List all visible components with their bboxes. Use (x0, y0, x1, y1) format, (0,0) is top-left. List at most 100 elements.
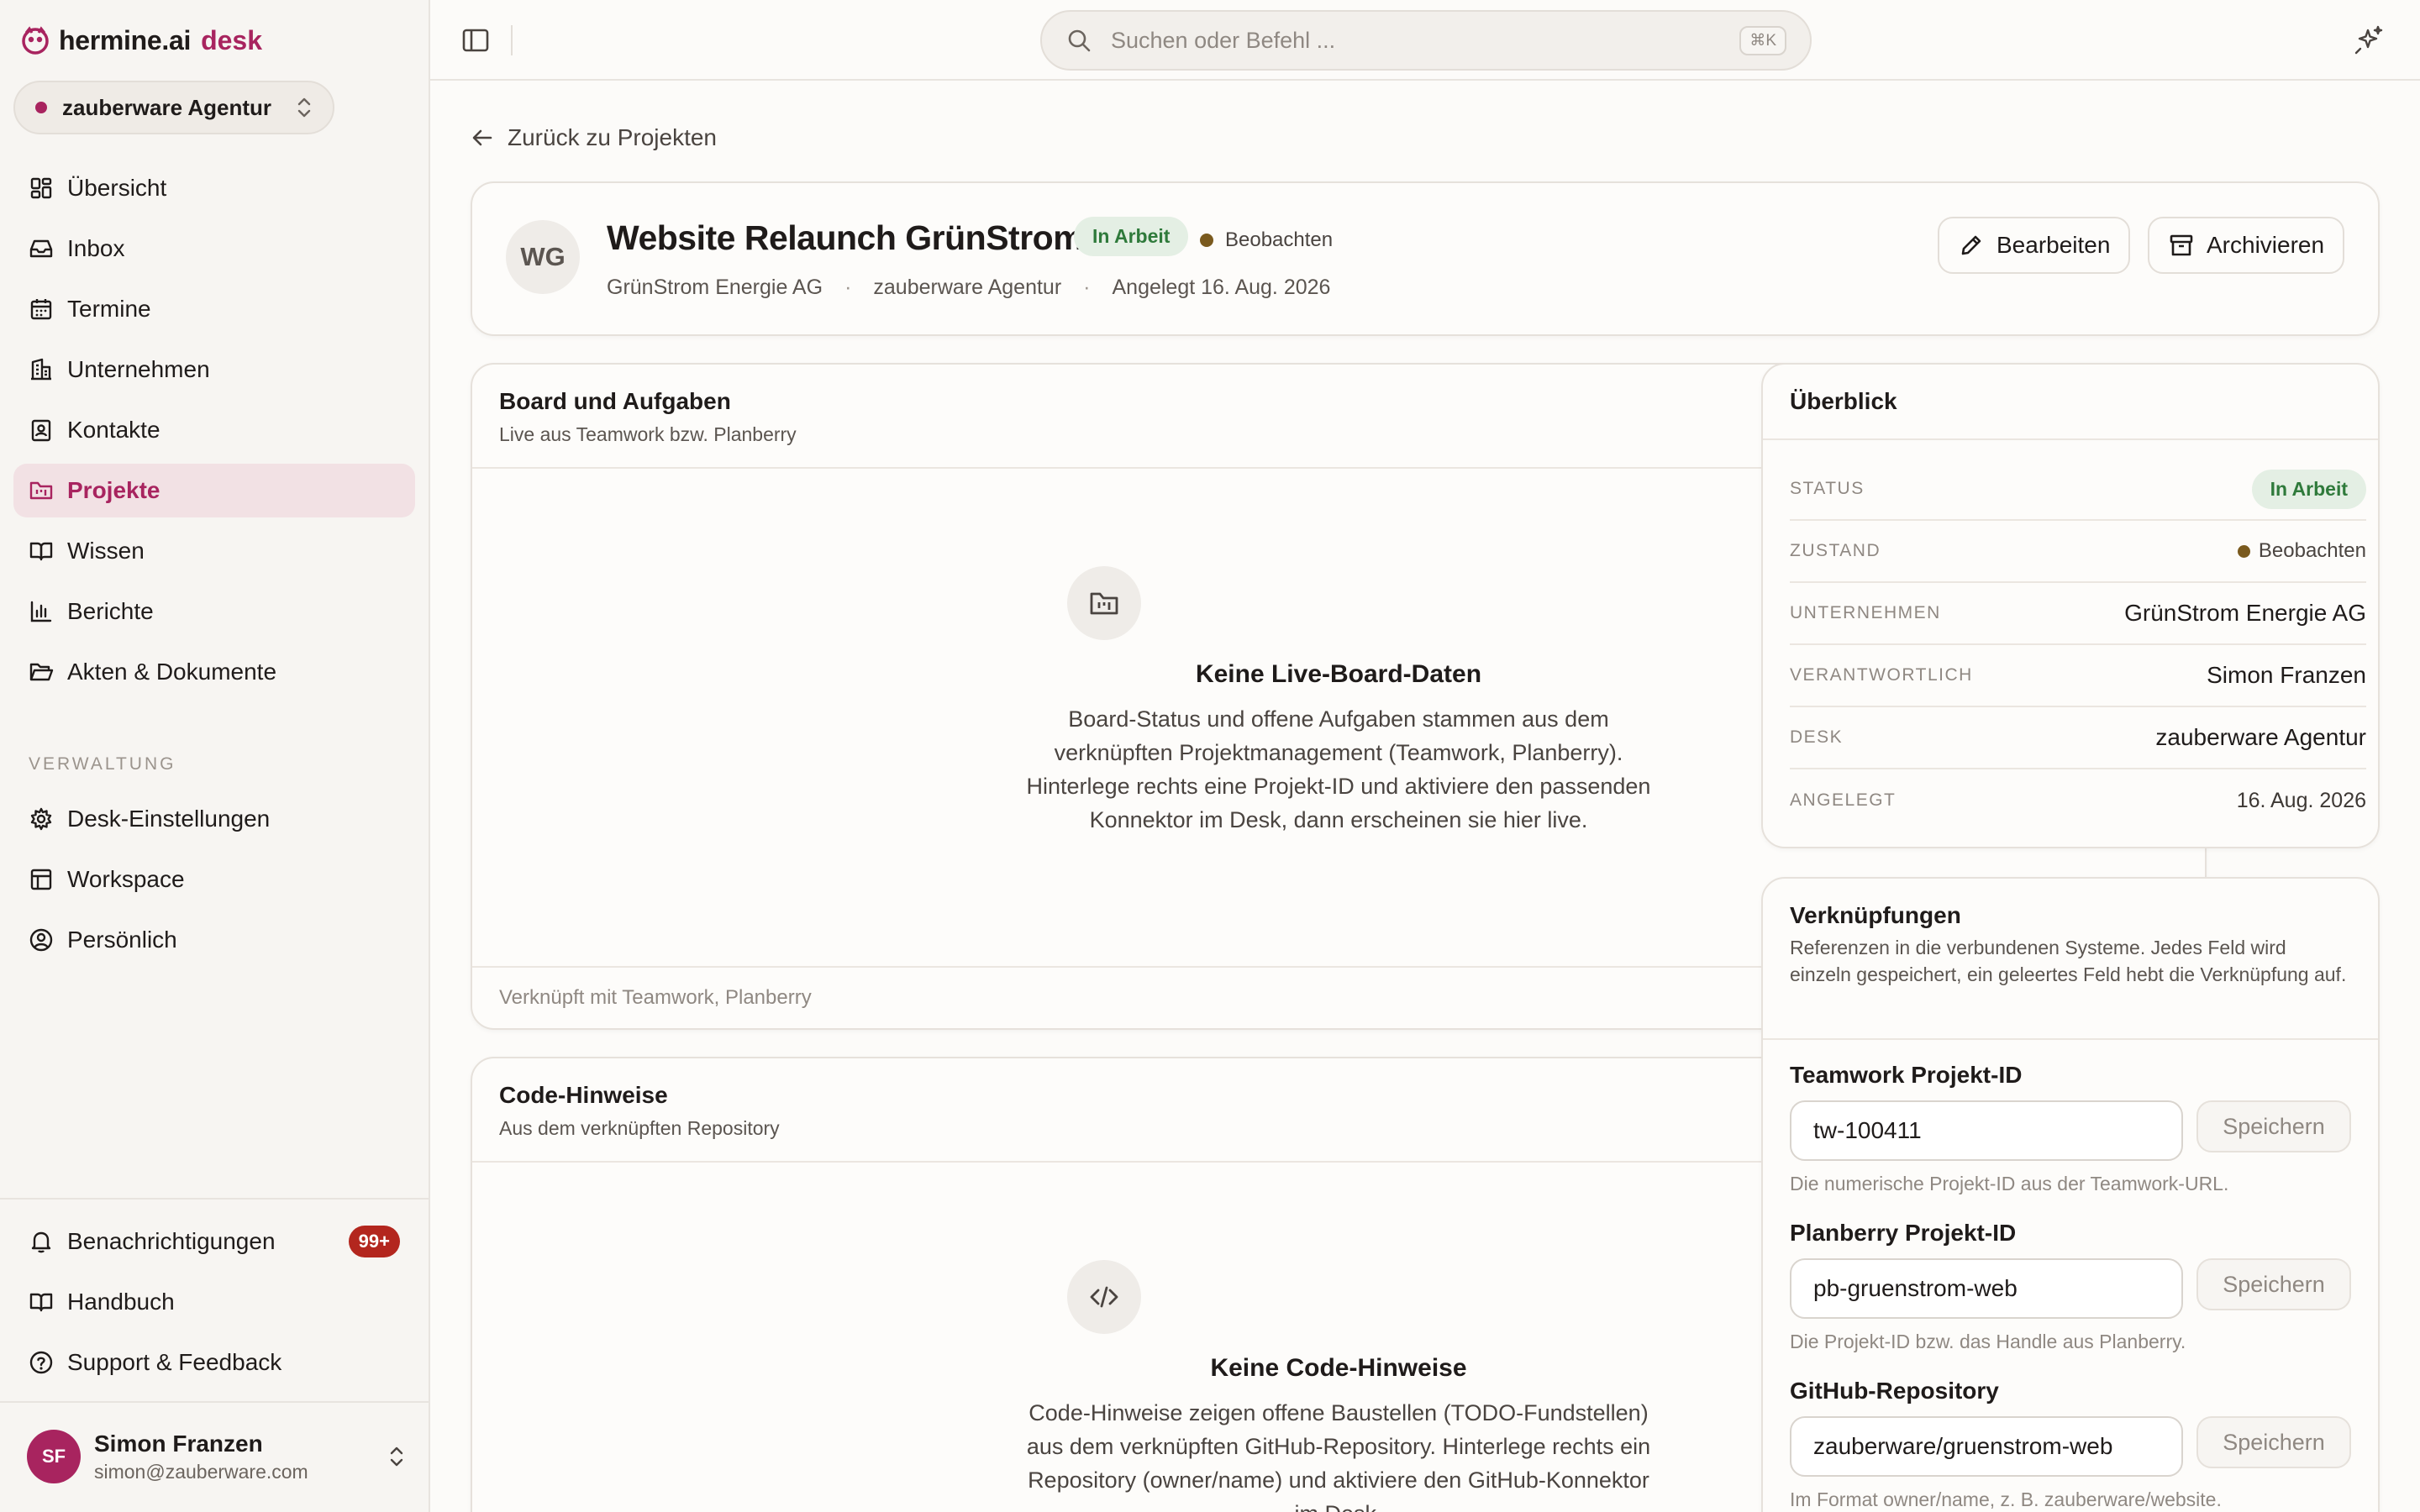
sidebar-toggle-icon[interactable] (460, 25, 491, 55)
layout-icon (30, 869, 52, 890)
overview-value[interactable]: GrünStrom Energie AG (2124, 600, 2366, 627)
inbox-icon (29, 239, 53, 258)
bell-icon (31, 1231, 51, 1253)
back-link-label: Zurück zu Projekten (508, 124, 717, 150)
user-name: Simon Franzen (94, 1430, 263, 1457)
links-card: Verknüpfungen Referenzen in die verbunde… (1761, 877, 2380, 1512)
bar-chart-icon (30, 601, 52, 622)
archive-button[interactable]: Archivieren (2148, 217, 2345, 274)
nav-label: Berichte (67, 598, 154, 624)
nav-item-workspace[interactable]: Workspace (13, 853, 415, 906)
chevrons-up-down-icon (390, 1446, 403, 1467)
planberry-id-input[interactable]: pb-gruenstrom-web (1790, 1258, 2183, 1319)
overview-row-desk: DESK zauberware Agentur (1790, 707, 2366, 769)
project-header: WG Website Relaunch GrünStrom In Arbeit … (471, 181, 2380, 336)
search-icon (1068, 29, 1091, 52)
overview-key: DESK (1790, 727, 1844, 747)
nav-item-akten[interactable]: Akten & Dokumente (13, 645, 415, 699)
nav-label: Wissen (67, 538, 145, 564)
desk-switcher[interactable]: zauberware Agentur (13, 81, 334, 134)
topbar: Suchen oder Befehl ... ⌘K (430, 0, 2420, 81)
nav-item-desk-einstellungen[interactable]: Desk-Einstellungen (13, 792, 415, 846)
brand-name: hermine.ai (59, 24, 192, 55)
nav-item-support[interactable]: Support & Feedback (13, 1336, 415, 1389)
avatar: SF (27, 1430, 81, 1483)
project-status-badge: In Arbeit (1074, 217, 1189, 256)
links-title: Verknüpfungen (1790, 902, 1961, 928)
overview-key: STATUS (1790, 479, 1865, 498)
planberry-label: Planberry Projekt-ID (1790, 1220, 2017, 1246)
nav-item-benachrichtigungen[interactable]: Benachrichtigungen 99+ (13, 1215, 415, 1268)
nav-label: Handbuch (67, 1289, 175, 1315)
teamwork-save-button[interactable]: Speichern (2196, 1100, 2351, 1152)
user-menu[interactable]: SF Simon Franzen simon@zauberware.com (27, 1428, 405, 1485)
links-header: Verknüpfungen Referenzen in die verbunde… (1763, 879, 2378, 1040)
nav-label: Desk-Einstellungen (67, 806, 271, 832)
dashboard-icon (30, 177, 52, 199)
overview-title: Überblick (1790, 388, 1897, 414)
nav-item-berichte[interactable]: Berichte (13, 585, 415, 638)
planberry-save-button[interactable]: Speichern (2196, 1258, 2351, 1310)
overview-row-angelegt: ANGELEGT 16. Aug. 2026 (1790, 769, 2366, 832)
notification-count-badge: 99+ (348, 1226, 400, 1257)
folder-kanban-icon (29, 481, 53, 500)
overview-row-zustand: ZUSTAND Beobachten (1790, 521, 2366, 583)
user-info: Simon Franzen simon@zauberware.com (94, 1431, 388, 1483)
sidebar-divider (0, 1401, 430, 1403)
archive-icon (2170, 234, 2193, 256)
book-open-icon (29, 542, 53, 561)
links-subtitle: Referenzen in die verbundenen Systeme. J… (1790, 937, 2347, 985)
nav-label: Benachrichtigungen (67, 1228, 276, 1254)
nav-item-uebersicht[interactable]: Übersicht (13, 161, 415, 215)
edit-button[interactable]: Bearbeiten (1938, 217, 2131, 274)
overview-key: ANGELEGT (1790, 790, 1897, 810)
user-email: simon@zauberware.com (94, 1460, 308, 1483)
github-repo-input[interactable]: zauberware/gruenstrom-web (1790, 1416, 2183, 1477)
hermine-logo-icon (22, 26, 49, 55)
nav-item-wissen[interactable]: Wissen (13, 524, 415, 578)
state-label: Beobachten (1225, 228, 1334, 251)
nav-item-unternehmen[interactable]: Unternehmen (13, 343, 415, 396)
chevrons-up-down-icon (297, 97, 311, 118)
back-to-projects-link[interactable]: Zurück zu Projekten (471, 121, 717, 155)
github-help: Im Format owner/name, z. B. zauberware/w… (1790, 1488, 2222, 1510)
board-empty-icon-wrap (1067, 566, 1141, 640)
edit-button-label: Bearbeiten (1996, 232, 2111, 258)
overview-value: 16. Aug. 2026 (2236, 788, 2366, 812)
nav-item-inbox[interactable]: Inbox (13, 222, 415, 276)
archive-button-label: Archivieren (2207, 232, 2325, 258)
meta-separator: · (1083, 276, 1091, 299)
folder-kanban-icon (1090, 592, 1118, 615)
teamwork-id-input[interactable]: tw-100411 (1790, 1100, 2183, 1161)
state-dot (1200, 234, 1213, 247)
state-value: Beobachten (2237, 539, 2366, 563)
nav-item-persoenlich[interactable]: Persönlich (13, 913, 415, 967)
toolbar-divider (511, 25, 513, 55)
github-save-button[interactable]: Speichern (2196, 1416, 2351, 1468)
overview-value: zauberware Agentur (2155, 724, 2366, 750)
teamwork-help: Die numerische Projekt-ID aus der Teamwo… (1790, 1173, 2229, 1194)
status-badge: In Arbeit (2251, 469, 2366, 509)
overview-row-unternehmen: UNTERNEHMEN GrünStrom Energie AG (1790, 583, 2366, 645)
help-circle-icon (29, 1351, 53, 1374)
nav-section-verwaltung: VERWALTUNG (29, 754, 176, 774)
nav-item-kontakte[interactable]: Kontakte (13, 403, 415, 457)
nav-item-termine[interactable]: Termine (13, 282, 415, 336)
command-search[interactable]: Suchen oder Befehl ... ⌘K (1040, 10, 1812, 71)
pencil-icon (1961, 235, 1981, 255)
sparkles-icon[interactable] (2353, 24, 2386, 57)
overview-row-status: STATUS In Arbeit (1790, 459, 2366, 521)
github-label: GitHub-Repository (1790, 1378, 1999, 1404)
project-title: Website Relaunch GrünStrom (607, 218, 1084, 257)
project-state: Beobachten (1200, 228, 1333, 252)
arrow-left-icon (472, 129, 492, 146)
sidebar: hermine.ai desk zauberware Agentur Übers… (0, 0, 430, 1512)
overview-value: Simon Franzen (2207, 662, 2366, 688)
main-nav: Übersicht Inbox Termine Unternehmen Kont… (13, 161, 415, 706)
admin-nav: Desk-Einstellungen Workspace Persönlich (13, 792, 415, 974)
overview-key: ZUSTAND (1790, 541, 1881, 560)
brand[interactable]: hermine.ai desk (20, 22, 262, 59)
state-label: Beobachten (2258, 539, 2366, 562)
nav-item-projekte[interactable]: Projekte (13, 464, 415, 517)
nav-item-handbuch[interactable]: Handbuch (13, 1275, 415, 1329)
